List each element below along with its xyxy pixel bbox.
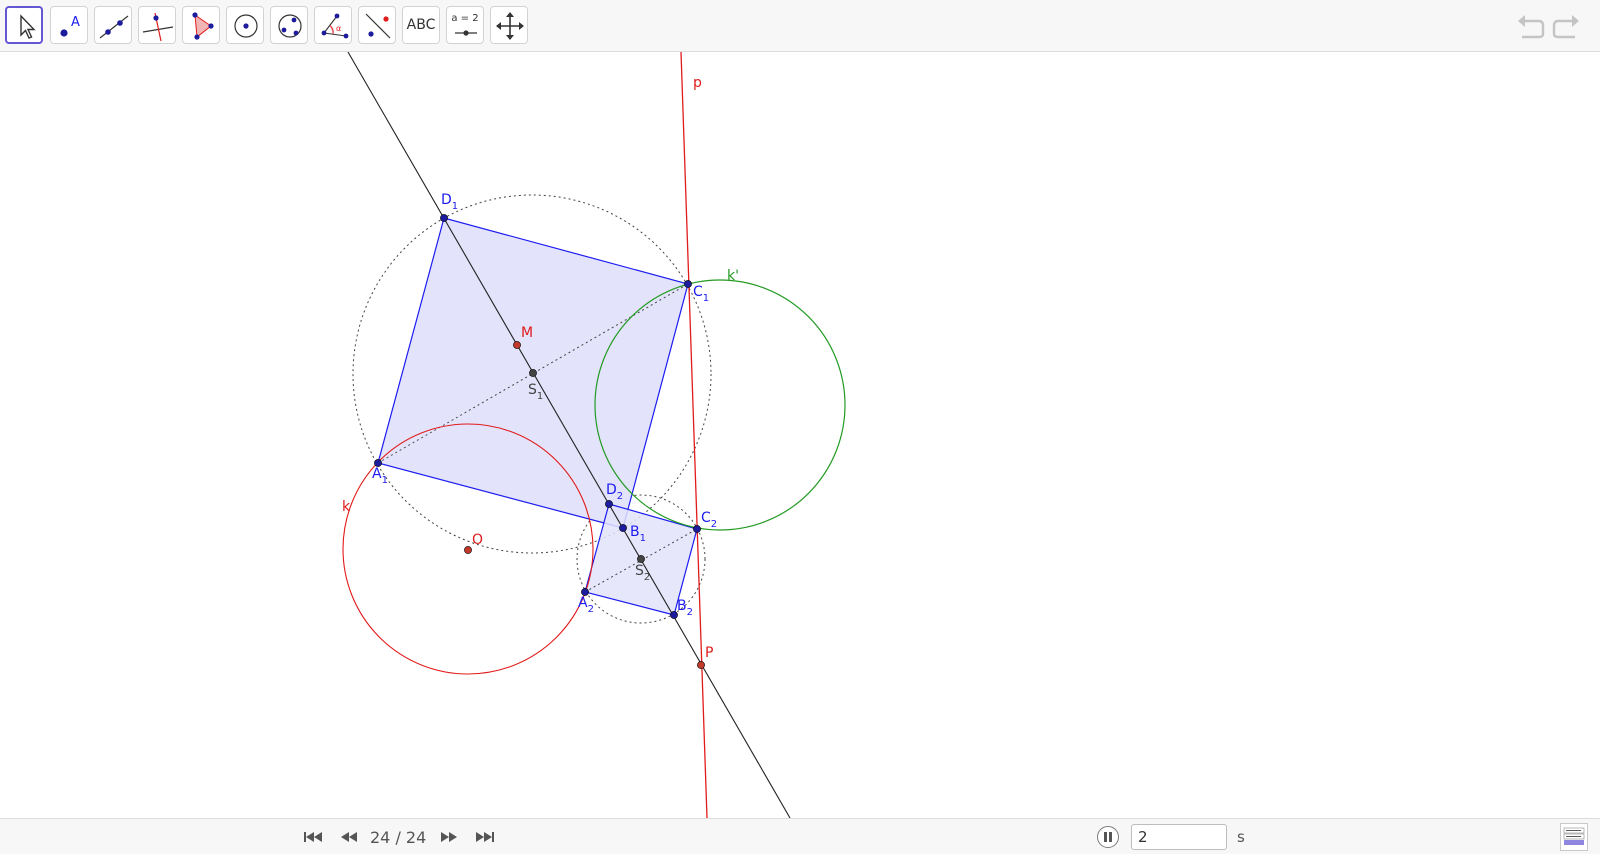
circle-three-points-tool-button[interactable] bbox=[270, 6, 308, 44]
line-tool-icon bbox=[99, 15, 129, 39]
animation-speed-input[interactable] bbox=[1131, 824, 1227, 850]
point-o[interactable] bbox=[464, 546, 472, 554]
algebra-view-button[interactable] bbox=[1560, 823, 1588, 851]
undo-icon bbox=[1518, 15, 1545, 39]
redo-button[interactable] bbox=[1551, 12, 1583, 40]
point-tool-icon: A bbox=[60, 15, 80, 37]
move-tool-icon bbox=[20, 14, 36, 39]
line-tool-button[interactable] bbox=[94, 6, 132, 44]
point-tool-button[interactable]: A bbox=[50, 6, 88, 44]
point-m[interactable] bbox=[513, 341, 521, 349]
label-p-point: P bbox=[705, 645, 713, 661]
point-s1[interactable] bbox=[529, 369, 537, 377]
slider-tool-button[interactable]: a = 2 bbox=[446, 6, 484, 44]
first-step-button[interactable] bbox=[302, 828, 324, 846]
play-pause-button[interactable] bbox=[1097, 826, 1119, 848]
move-graphics-view-tool-button[interactable] bbox=[490, 6, 528, 44]
redo-icon bbox=[1552, 15, 1579, 39]
construction-protocol-navigation-bar: 24 / 24 s bbox=[0, 818, 1600, 854]
point-d1[interactable] bbox=[440, 214, 448, 222]
next-step-button[interactable] bbox=[438, 828, 460, 846]
polygon-tool-icon bbox=[192, 12, 214, 40]
move-tool-button[interactable] bbox=[5, 6, 43, 44]
perpendicular-line-tool-icon bbox=[142, 12, 174, 42]
angle-tool-icon: α bbox=[321, 13, 349, 39]
point-c2[interactable] bbox=[693, 525, 701, 533]
undo-button[interactable] bbox=[1514, 12, 1546, 40]
step-counter: 24 / 24 bbox=[370, 828, 427, 847]
label-k-prime: k' bbox=[727, 268, 739, 284]
label-m: M bbox=[521, 325, 533, 341]
polygon-tool-button[interactable] bbox=[182, 6, 220, 44]
text-tool-icon: ABC bbox=[406, 17, 436, 33]
speed-unit-label: s bbox=[1237, 828, 1245, 846]
reflect-tool-button[interactable] bbox=[358, 6, 396, 44]
move-graphics-view-tool-icon bbox=[496, 12, 524, 40]
point-p[interactable] bbox=[697, 661, 705, 669]
circle-three-points-tool-icon bbox=[278, 14, 302, 38]
last-step-button[interactable] bbox=[474, 828, 496, 846]
algebra-view-icon bbox=[1563, 827, 1585, 845]
circle-center-point-tool-icon bbox=[234, 14, 258, 38]
pause-icon bbox=[1104, 832, 1112, 842]
skip-to-end-icon bbox=[476, 832, 494, 842]
step-forward-icon bbox=[441, 832, 457, 842]
text-tool-button[interactable]: ABC bbox=[402, 6, 440, 44]
circle-center-tool-button[interactable] bbox=[226, 6, 264, 44]
slider-tool-icon: a = 2 bbox=[451, 13, 479, 24]
label-a2: A2 bbox=[578, 595, 594, 615]
graphics-view[interactable]: D1 C1 A1 B1 D2 C2 A2 B2 S1 S2 p k M O P … bbox=[0, 52, 1600, 818]
label-b2: B2 bbox=[677, 598, 693, 618]
label-c2: C2 bbox=[701, 510, 717, 530]
label-d1: D1 bbox=[441, 192, 458, 212]
point-s2[interactable] bbox=[637, 555, 645, 563]
toolbar: A α ABC a = 2 bbox=[0, 0, 1600, 52]
line-p bbox=[680, 52, 708, 818]
point-c1[interactable] bbox=[684, 280, 692, 288]
label-a1: A1 bbox=[372, 466, 388, 486]
previous-step-button[interactable] bbox=[338, 828, 360, 846]
perpendicular-line-tool-button[interactable] bbox=[138, 6, 176, 44]
label-c1: C1 bbox=[693, 284, 709, 304]
skip-to-start-icon bbox=[304, 832, 322, 842]
angle-tool-button[interactable]: α bbox=[314, 6, 352, 44]
label-k: k bbox=[342, 499, 351, 515]
reflect-about-line-tool-icon bbox=[365, 13, 391, 39]
angle-tool-glyph: α bbox=[336, 24, 341, 33]
point-tool-letter: A bbox=[71, 15, 80, 30]
point-d2[interactable] bbox=[605, 500, 613, 508]
point-b1[interactable] bbox=[619, 524, 627, 532]
label-o: O bbox=[472, 532, 483, 548]
step-back-icon bbox=[341, 832, 357, 842]
label-p-line: p bbox=[693, 75, 702, 91]
